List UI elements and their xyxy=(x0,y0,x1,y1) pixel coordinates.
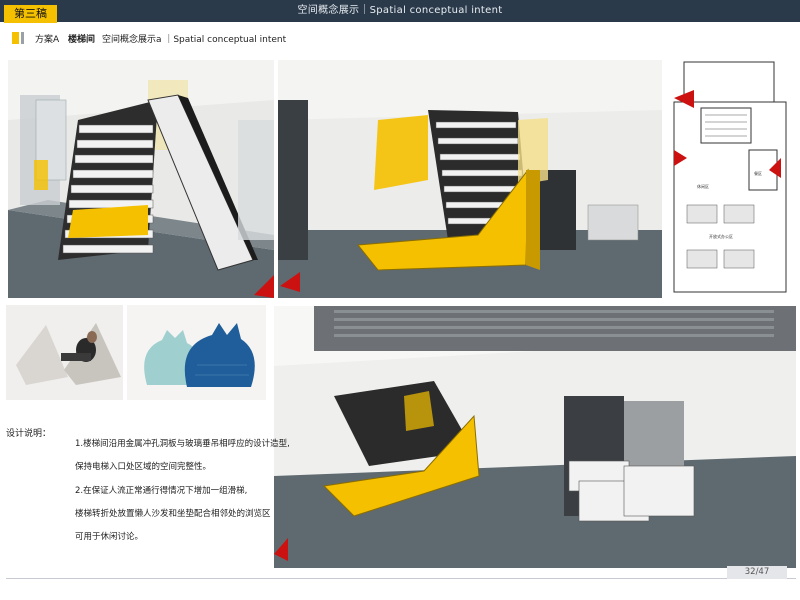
photo-beanbag-person xyxy=(6,305,123,400)
description-line-5: 可用于休闲讨论。 xyxy=(75,532,144,542)
section-caption: 空间概念展示a ｜Spatial conceptual intent xyxy=(101,35,287,45)
scheme-label: 方案A xyxy=(35,35,60,45)
description-line-2: 保持电梯入口处区域的空间完整性。 xyxy=(75,462,212,472)
photo-knit-ottomans xyxy=(127,305,266,400)
description-line-4: 楼梯转折处放置懒人沙发和坐垫配合相邻处的浏览区 xyxy=(75,509,271,519)
description-line-3: 2.在保证人流正常通行得情况下增加一组滑梯, xyxy=(75,486,248,496)
gray-marker-icon xyxy=(21,32,24,44)
render-staircase-slide xyxy=(8,60,274,298)
render-yellow-platform xyxy=(278,60,662,298)
draft-badge: 第三稿 xyxy=(4,5,57,23)
yellow-marker-icon xyxy=(12,32,19,44)
description-heading: 设计说明： xyxy=(6,429,52,439)
render-perspective-large xyxy=(274,306,796,568)
header-bar: 空间概念展示｜Spatial conceptual intent xyxy=(0,0,800,22)
plan-label-office: 开放式办公区 xyxy=(709,233,733,239)
page-title: 空间概念展示｜Spatial conceptual intent xyxy=(297,5,503,16)
plan-label-lounge: 休闲区 xyxy=(697,183,709,189)
page-number: 32/47 xyxy=(727,566,787,579)
section-label: 楼梯间 xyxy=(68,35,96,45)
plan-label-dining: 餐区 xyxy=(754,170,762,176)
footer-divider xyxy=(6,578,796,579)
floor-plan: 休闲区 餐区 开放式办公区 xyxy=(669,60,793,298)
description-line-1: 1.楼梯间沿用金属冲孔洞板与玻璃垂吊相呼应的设计造型, xyxy=(75,439,290,449)
